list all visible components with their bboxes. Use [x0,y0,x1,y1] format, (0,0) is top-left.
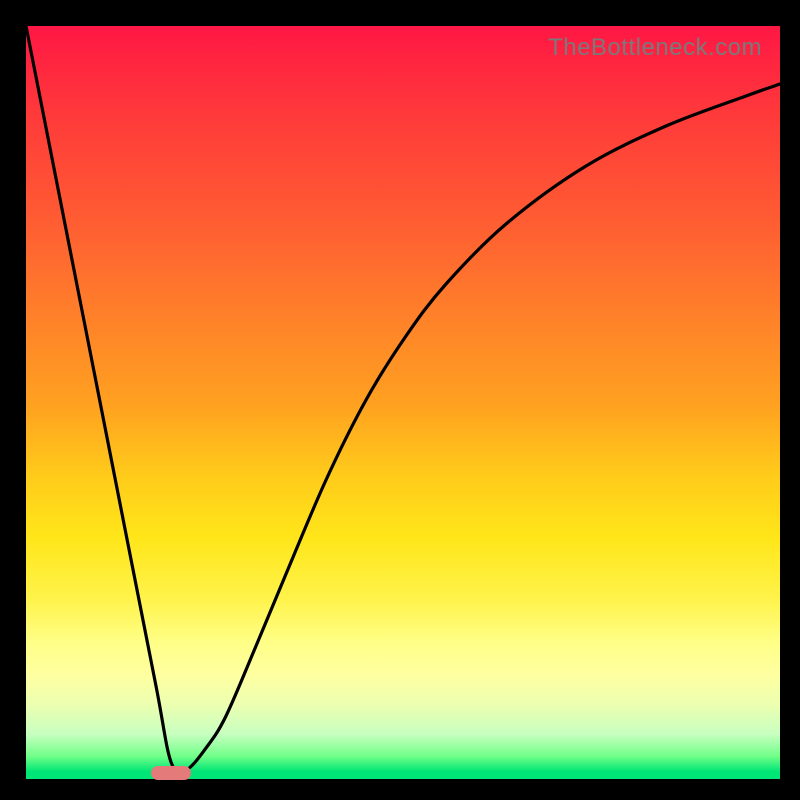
watermark-text: TheBottleneck.com [548,34,762,62]
curve-layer [26,26,780,779]
bottleneck-curve [26,26,780,772]
plot-area: TheBottleneck.com [26,26,780,779]
minimum-marker [151,766,191,780]
chart-frame: TheBottleneck.com [0,0,800,800]
